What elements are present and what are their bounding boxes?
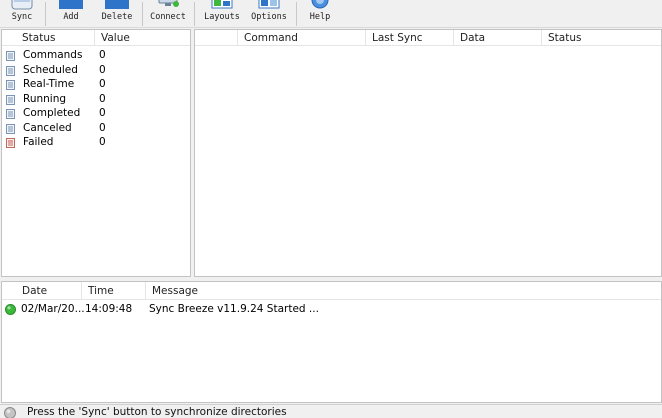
command-column-header[interactable]: Command [238, 30, 366, 46]
options-button[interactable]: Options [247, 0, 291, 27]
add-button[interactable]: Add [52, 0, 90, 27]
toolbar: Sync Add Delete Connect Layouts Options … [0, 0, 662, 28]
last-sync-column-header[interactable]: Last Sync [366, 30, 454, 46]
layouts-button[interactable]: Layouts [199, 0, 245, 27]
icon-column-header[interactable] [195, 30, 238, 46]
stat-value: 0 [99, 92, 106, 105]
layouts-label: Layouts [204, 12, 240, 22]
document-icon [6, 80, 15, 90]
log-row[interactable]: 02/Mar/20... 14:09:48 Sync Breeze v11.9.… [2, 302, 661, 317]
help-label: Help [309, 12, 331, 22]
toolbar-separator [45, 2, 46, 26]
data-column-header[interactable]: Data [454, 30, 542, 46]
document-icon [6, 109, 15, 119]
stat-label: Running [23, 92, 67, 105]
stat-label: Commands [23, 49, 83, 61]
commands-panel[interactable]: Command Last Sync Data Status [194, 29, 662, 277]
log-time: 14:09:48 [85, 303, 133, 315]
stat-value: 0 [99, 121, 106, 134]
stats-header: Status Value [2, 30, 190, 46]
commands-header: Command Last Sync Data Status [195, 30, 661, 46]
log-date: 02/Mar/20... [21, 303, 85, 315]
delete-button[interactable]: Delete [96, 0, 138, 27]
stat-label: Scheduled [23, 63, 78, 76]
document-icon [6, 94, 15, 105]
toolbar-separator [296, 2, 297, 26]
stat-row-canceled[interactable]: Canceled 0 [2, 121, 190, 136]
status-indicator-icon [4, 407, 16, 418]
stat-label: Canceled [23, 121, 72, 134]
log-panel[interactable]: Date Time Message 02/Mar/20... 14:09:48 … [1, 281, 662, 403]
stats-panel: Status Value Commands 0 Scheduled 0 Real… [1, 29, 191, 277]
log-message: Sync Breeze v11.9.24 Started ... [149, 303, 319, 315]
stat-value: 0 [99, 63, 106, 76]
time-column-header[interactable]: Time [82, 282, 146, 300]
options-label: Options [251, 12, 287, 22]
status-column-header[interactable]: Status [542, 30, 661, 46]
help-button[interactable]: Help [302, 0, 338, 27]
add-label: Add [63, 12, 79, 22]
status-bar: Press the 'Sync' button to synchronize d… [0, 404, 662, 418]
stat-row-real-time[interactable]: Real-Time 0 [2, 77, 190, 92]
stat-value: 0 [99, 49, 106, 61]
status-text: Press the 'Sync' button to synchronize d… [27, 406, 287, 418]
stat-value: 0 [99, 107, 106, 119]
failed-document-icon [6, 138, 15, 148]
sync-button[interactable]: Sync [2, 0, 42, 27]
value-column-header[interactable]: Value [95, 30, 190, 46]
sync-icon [11, 0, 33, 10]
status-column-header[interactable]: Status [16, 30, 95, 46]
log-header: Date Time Message [2, 282, 661, 300]
stat-label: Failed [23, 136, 54, 148]
connect-icon [158, 0, 179, 7]
layouts-icon [211, 0, 233, 9]
stat-value: 0 [99, 136, 106, 148]
success-status-icon [5, 304, 16, 315]
stat-row-failed[interactable]: Failed 0 [2, 135, 190, 150]
stat-row-commands[interactable]: Commands 0 [2, 48, 190, 63]
stat-label: Real-Time [23, 78, 75, 90]
sync-label: Sync [11, 12, 33, 22]
stat-label: Completed [23, 107, 81, 119]
stat-row-running[interactable]: Running 0 [2, 92, 190, 107]
document-icon [6, 51, 15, 61]
toolbar-separator [142, 2, 143, 26]
date-column-header[interactable]: Date [16, 282, 82, 300]
message-column-header[interactable]: Message [146, 282, 661, 300]
stat-value: 0 [99, 78, 106, 90]
add-icon [59, 0, 83, 9]
delete-label: Delete [101, 12, 133, 22]
stat-row-completed[interactable]: Completed 0 [2, 106, 190, 121]
options-icon [258, 0, 280, 9]
document-icon [6, 65, 15, 76]
delete-icon [105, 0, 129, 9]
toolbar-separator [194, 2, 195, 26]
stat-row-scheduled[interactable]: Scheduled 0 [2, 63, 190, 78]
help-icon [311, 0, 329, 9]
connect-label: Connect [150, 12, 186, 22]
connect-button[interactable]: Connect [146, 0, 190, 27]
document-icon [6, 123, 15, 134]
